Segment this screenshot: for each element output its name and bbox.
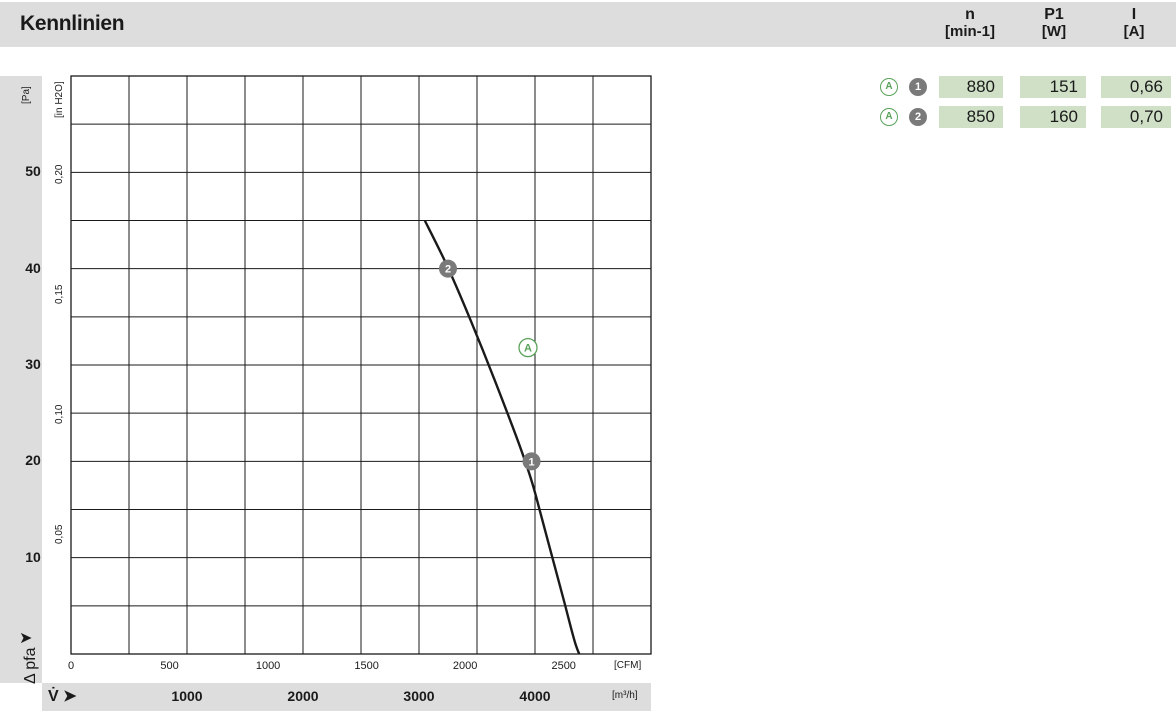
y-axis-title: Δ pfa [22, 647, 39, 685]
x-tick-label-cfm: 1500 [354, 660, 379, 672]
y-tick-label: 30 [25, 356, 41, 372]
y-unit-pa: [Pa] [21, 86, 32, 104]
row-1-power: 151 [1020, 76, 1086, 98]
col-speed-unit: [min-1] [945, 23, 995, 40]
y2-tick-label: 0,20 [54, 164, 65, 185]
row-2-current: 0,70 [1101, 106, 1171, 128]
col-power-header: P1 [W] [1014, 6, 1094, 40]
curve-a-label-circle [518, 337, 538, 358]
y-tick-label: 50 [25, 163, 41, 180]
x-tick-label-cfm: 2000 [452, 660, 478, 672]
y2-unit-inh2o: [in H2O] [54, 81, 65, 118]
point-1-badge: 1 [909, 78, 927, 96]
operating-point-2-label: 2 [445, 264, 451, 276]
y-arrow-icon: ➤ [19, 630, 33, 647]
col-power-symbol: P1 [1044, 6, 1064, 23]
operating-point-1-label: 1 [528, 456, 534, 468]
operating-point-2 [439, 259, 457, 278]
x-tick-label-cfm: 1000 [255, 660, 281, 672]
x-tick-label-m3h: 4000 [519, 688, 551, 704]
col-current-header: I [A] [1094, 6, 1174, 40]
curve-a-badge: A [880, 108, 898, 126]
col-current-unit: [A] [1123, 23, 1145, 40]
x-unit-cfm: [CFM] [614, 660, 642, 671]
page-title: Kennlinien [20, 12, 125, 35]
y2-tick-label: 0,15 [54, 284, 65, 305]
col-current-symbol: I [1131, 6, 1137, 23]
row-1-speed: 880 [939, 76, 1003, 98]
x-tick-label-m3h: 3000 [403, 688, 435, 704]
row-1-current: 0,66 [1101, 76, 1171, 98]
plot-frame [70, 75, 652, 655]
x-tick-label-m3h: 1000 [171, 688, 203, 704]
operating-point-1 [522, 452, 541, 471]
row-2-power: 160 [1020, 106, 1086, 128]
curve-a-line [423, 219, 581, 654]
x-axis-title: V̇ ➤ [48, 688, 77, 705]
y-tick-label: 40 [25, 259, 41, 276]
x-tick-label-m3h: 2000 [287, 688, 319, 704]
x-tick-label-cfm: 2500 [551, 660, 576, 672]
point-2-badge: 2 [909, 108, 927, 126]
col-speed-header: n [min-1] [930, 6, 1010, 40]
row-2-speed: 850 [939, 106, 1003, 128]
y-tick-label: 10 [25, 548, 41, 565]
curve-a-label: A [524, 343, 532, 355]
x-axis-title-text: V̇ [48, 688, 59, 705]
header-bar: Kennlinien n [min-1] P1 [W] I [A] [0, 2, 1176, 47]
x-tick-label-cfm: 0 [67, 660, 75, 672]
col-speed-symbol: n [965, 6, 975, 23]
y-tick-label: 20 [25, 452, 41, 469]
y2-tick-label: 0,10 [54, 404, 65, 425]
col-power-unit: [W] [1041, 23, 1067, 40]
y2-tick-label: 0,05 [54, 524, 65, 545]
x-unit-m3h: [m³/h] [612, 690, 638, 701]
x-tick-label-cfm: 500 [160, 660, 179, 672]
curve-a-badge: A [880, 78, 898, 96]
